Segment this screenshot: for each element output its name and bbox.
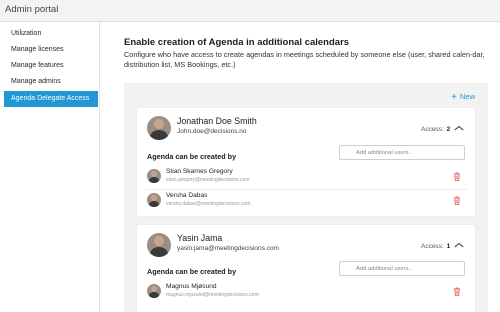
- user-card: Yasin Jama yasin.jama@meetingdecisions.c…: [137, 225, 475, 312]
- sidebar-item-manage-licenses[interactable]: Manage licenses: [4, 42, 98, 58]
- sidebar-item-agenda-delegate-access[interactable]: Agenda Delegate Access: [4, 91, 98, 107]
- trash-icon[interactable]: [453, 172, 461, 181]
- plus-icon: +: [451, 92, 457, 103]
- access-toggle[interactable]: Access: 2: [420, 125, 464, 133]
- delegates-panel: + New Jonathan Doe Smith John.doe@decisio…: [124, 83, 488, 312]
- add-users-input[interactable]: [339, 145, 465, 160]
- new-button-label: New: [459, 92, 475, 101]
- section-title: Agenda can be created by: [147, 267, 237, 276]
- sidebar-item-manage-admins[interactable]: Manage admins: [4, 74, 98, 90]
- user-name: Jonathan Doe Smith: [177, 116, 257, 126]
- avatar: [147, 169, 161, 183]
- access-label: Access:: [420, 126, 444, 133]
- user-name: Yasin Jama: [177, 233, 223, 243]
- delegate-email: versha.dabas@meetingdecisions.com: [166, 201, 251, 207]
- list-item: Versha Dabas versha.dabas@meetingdecisio…: [137, 191, 475, 211]
- trash-icon[interactable]: [453, 287, 461, 296]
- title-bar: Admin portal: [0, 0, 500, 22]
- avatar: [147, 233, 171, 257]
- section-title: Agenda can be created by: [147, 152, 237, 161]
- main-content: Enable creation of Agenda in additional …: [100, 22, 500, 312]
- access-label: Access:: [420, 243, 444, 250]
- sidebar-item-manage-features[interactable]: Manage features: [4, 58, 98, 74]
- app-title: Admin portal: [5, 4, 59, 15]
- access-toggle[interactable]: Access: 1: [420, 242, 464, 250]
- delegate-email: stian.gregory@meetingdecisions.com: [166, 177, 250, 183]
- access-count: 2: [446, 126, 451, 133]
- avatar: [147, 284, 161, 298]
- list-item: Stian Skarnes Gregory stian.gregory@meet…: [137, 167, 475, 187]
- page-title: Enable creation of Agenda in additional …: [124, 37, 350, 48]
- page-description: Configure who have access to create agen…: [124, 50, 485, 69]
- delegate-email: magnus.mjosund@meetingdecisions.com: [166, 292, 259, 298]
- avatar: [147, 116, 171, 140]
- list-item: Magnus Mjøsund magnus.mjosund@meetingdec…: [137, 282, 475, 302]
- avatar: [147, 193, 161, 207]
- access-count: 1: [446, 243, 451, 250]
- delegate-name: Magnus Mjøsund: [166, 283, 217, 290]
- chevron-up-icon: [454, 242, 464, 248]
- divider: [145, 189, 467, 190]
- delegate-name: Versha Dabas: [166, 192, 208, 199]
- user-email: John.doe@decisions.no: [177, 128, 247, 135]
- sidebar-item-utilization[interactable]: Utilization: [4, 26, 98, 42]
- add-users-input[interactable]: [339, 261, 465, 276]
- chevron-up-icon: [454, 125, 464, 131]
- trash-icon[interactable]: [453, 196, 461, 205]
- user-card: Jonathan Doe Smith John.doe@decisions.no…: [137, 108, 475, 216]
- delegate-name: Stian Skarnes Gregory: [166, 168, 233, 175]
- new-button[interactable]: + New: [451, 92, 475, 103]
- sidebar: Utilization Manage licenses Manage featu…: [0, 22, 100, 312]
- user-email: yasin.jama@meetingdecisions.com: [177, 245, 279, 252]
